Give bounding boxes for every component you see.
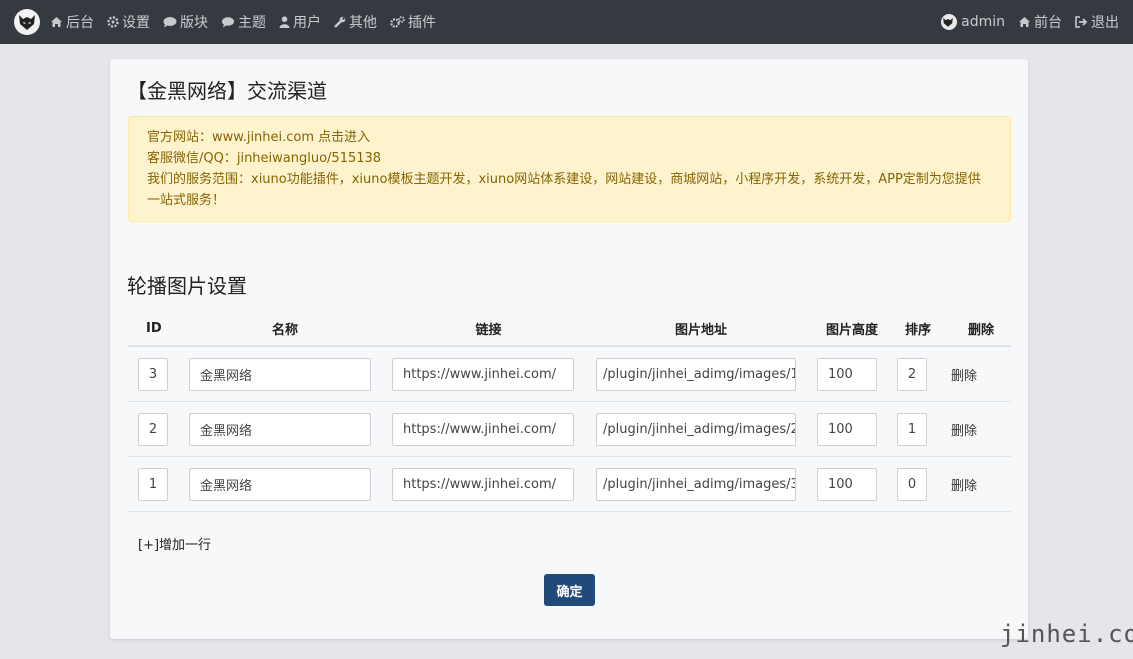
nav-item-settings[interactable]: 设置 bbox=[107, 12, 150, 32]
sort-input[interactable]: 2 bbox=[897, 357, 927, 391]
link-input[interactable]: https://www.jinhei.com/ bbox=[392, 412, 574, 446]
name-input[interactable]: 金黑网络 bbox=[189, 412, 371, 446]
notice-line-contact: 客服微信/QQ：jinheiwangluo/515138 bbox=[147, 151, 382, 166]
site-logo[interactable] bbox=[14, 9, 40, 35]
nav-item-plugins[interactable]: 插件 bbox=[390, 12, 436, 32]
name-input[interactable]: 金黑网络 bbox=[189, 467, 371, 501]
nav-item-label: 后台 bbox=[66, 15, 94, 31]
nav-item-users[interactable]: 用户 bbox=[279, 12, 321, 32]
image-url-input[interactable]: /plugin/jinhei_adimg/images/1 bbox=[596, 357, 796, 391]
nav-item-label: 用户 bbox=[293, 15, 321, 31]
nav-item-logout[interactable]: 退出 bbox=[1075, 12, 1119, 32]
avatar bbox=[941, 14, 958, 30]
nav-item-label: 版块 bbox=[180, 15, 208, 31]
nav-item-admin[interactable]: 后台 bbox=[50, 12, 94, 32]
nav-item-admin-user[interactable]: admin bbox=[941, 14, 1005, 30]
header-height: 图片高度 bbox=[825, 322, 878, 338]
wrench-icon bbox=[334, 16, 346, 28]
nav-item-forums[interactable]: 版块 bbox=[163, 12, 208, 32]
sort-input[interactable]: 1 bbox=[897, 412, 927, 446]
sort-input[interactable]: 0 bbox=[897, 467, 927, 501]
gear-icon bbox=[107, 16, 119, 28]
table-row: 3 金黑网络 https://www.jinhei.com/ /plugin/j… bbox=[128, 347, 1011, 402]
home-icon bbox=[1019, 17, 1030, 27]
settings-card: 【金黑网络】交流渠道 官方网站：www.jinhei.com 点击进入 客服微信… bbox=[110, 59, 1028, 639]
user-icon bbox=[279, 16, 290, 28]
sign-out-icon bbox=[1075, 16, 1088, 28]
height-input[interactable]: 100 bbox=[817, 412, 877, 446]
mask-avatar-icon bbox=[942, 17, 953, 27]
delete-row-link[interactable]: 删除 bbox=[951, 369, 977, 384]
nav-left-menu: 后台 设置 版块 主题 用户 其他 插件 bbox=[50, 12, 449, 32]
carousel-table: ID 名称 链接 图片地址 图片高度 排序 删除 3 金黑网络 https://… bbox=[128, 311, 1011, 512]
id-input[interactable]: 2 bbox=[138, 412, 168, 446]
notice-line-website: 官方网站：www.jinhei.com 点击进入 bbox=[147, 130, 371, 145]
id-input[interactable]: 3 bbox=[138, 357, 168, 391]
nav-item-label: 主题 bbox=[238, 15, 266, 31]
submit-button[interactable]: 确定 bbox=[544, 574, 595, 606]
nav-item-other[interactable]: 其他 bbox=[334, 12, 377, 32]
mask-logo-icon bbox=[19, 15, 35, 30]
add-row-link[interactable]: [+]增加一行 bbox=[138, 534, 211, 553]
info-notice: 官方网站：www.jinhei.com 点击进入 客服微信/QQ：jinheiw… bbox=[128, 116, 1011, 222]
delete-row-link[interactable]: 删除 bbox=[951, 479, 977, 494]
table-row: 2 金黑网络 https://www.jinhei.com/ /plugin/j… bbox=[128, 402, 1011, 457]
delete-row-link[interactable]: 删除 bbox=[951, 424, 977, 439]
nav-item-label: 前台 bbox=[1034, 15, 1062, 31]
height-input[interactable]: 100 bbox=[817, 467, 877, 501]
comments-icon bbox=[222, 17, 234, 28]
nav-right-menu: admin 前台 退出 bbox=[928, 12, 1119, 32]
page-title: 【金黑网络】交流渠道 bbox=[127, 79, 327, 103]
nav-item-label: 设置 bbox=[122, 15, 150, 31]
nav-item-label: admin bbox=[961, 14, 1005, 30]
height-input[interactable]: 100 bbox=[817, 357, 877, 391]
image-url-input[interactable]: /plugin/jinhei_adimg/images/3 bbox=[596, 467, 796, 501]
name-input[interactable]: 金黑网络 bbox=[189, 357, 371, 391]
nav-item-label: 其他 bbox=[349, 15, 377, 31]
table-header: ID 名称 链接 图片地址 图片高度 排序 删除 bbox=[128, 311, 1011, 347]
id-input[interactable]: 1 bbox=[138, 467, 168, 501]
link-input[interactable]: https://www.jinhei.com/ bbox=[392, 467, 574, 501]
cogs-icon bbox=[390, 16, 405, 28]
header-id: ID bbox=[146, 320, 162, 336]
notice-line-services: 我们的服务范围：xiuno功能插件，xiuno模板主题开发，xiuno网站体系建… bbox=[147, 172, 981, 208]
top-navbar: 后台 设置 版块 主题 用户 其他 插件 admin 前台 退出 bbox=[0, 0, 1133, 44]
watermark: jinhei.com bbox=[1000, 620, 1133, 648]
nav-item-label: 退出 bbox=[1091, 15, 1119, 31]
image-url-input[interactable]: /plugin/jinhei_adimg/images/2 bbox=[596, 412, 796, 446]
nav-item-frontend[interactable]: 前台 bbox=[1018, 12, 1062, 32]
link-input[interactable]: https://www.jinhei.com/ bbox=[392, 357, 574, 391]
header-name: 名称 bbox=[271, 322, 298, 338]
header-image: 图片地址 bbox=[674, 322, 727, 338]
table-row: 1 金黑网络 https://www.jinhei.com/ /plugin/j… bbox=[128, 457, 1011, 512]
nav-item-label: 插件 bbox=[408, 15, 436, 31]
header-delete: 删除 bbox=[967, 322, 994, 338]
nav-item-threads[interactable]: 主题 bbox=[221, 12, 266, 32]
header-sort: 排序 bbox=[904, 322, 931, 338]
home-icon bbox=[51, 17, 62, 27]
header-link: 链接 bbox=[475, 322, 502, 338]
section-title: 轮播图片设置 bbox=[127, 274, 247, 298]
comment-icon bbox=[163, 17, 177, 28]
